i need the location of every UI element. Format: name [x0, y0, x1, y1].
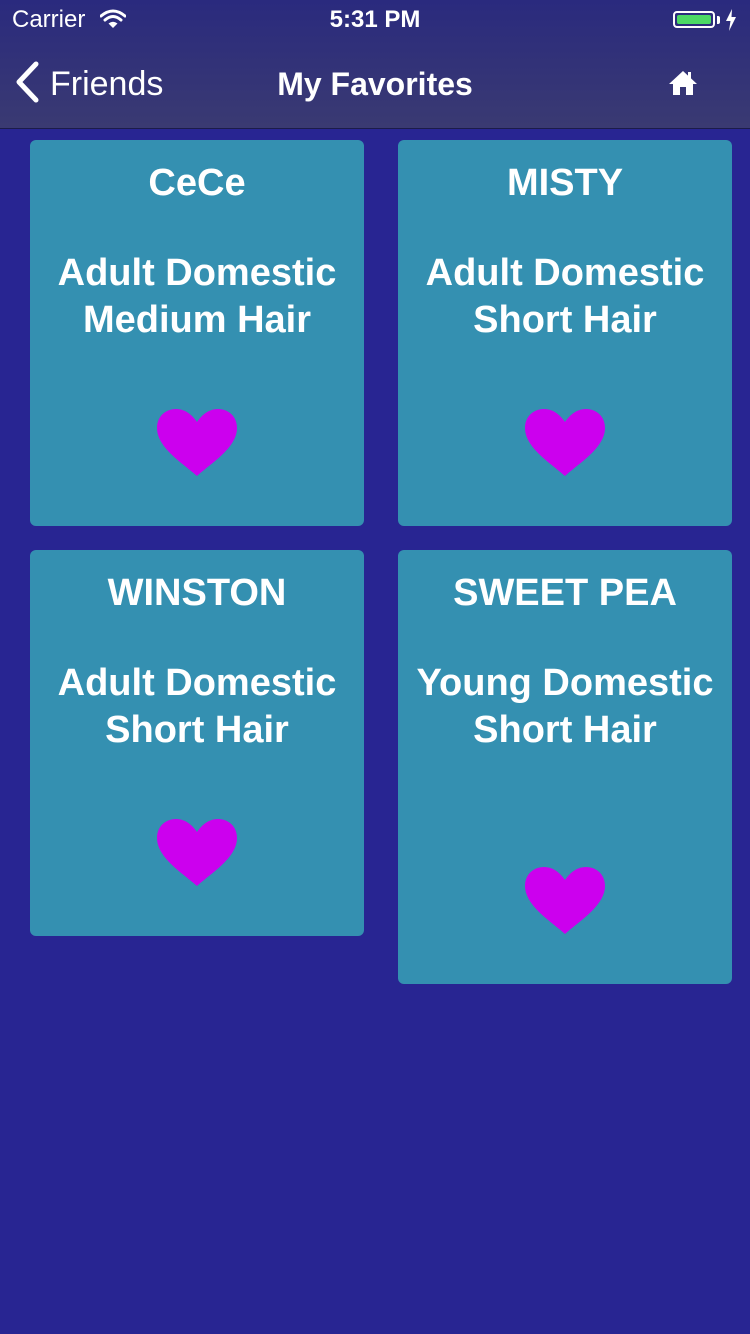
favorite-card-misty[interactable]: MISTY Adult Domestic Short Hair	[398, 140, 732, 526]
favorite-card-winston[interactable]: WINSTON Adult Domestic Short Hair	[30, 550, 364, 936]
battery-level-fill	[677, 15, 711, 24]
favorite-card-cece[interactable]: CeCe Adult Domestic Medium Hair	[30, 140, 364, 526]
heart-icon[interactable]	[524, 866, 606, 941]
pet-description: Adult Domestic Short Hair	[425, 252, 705, 341]
pet-name: WINSTON	[107, 572, 287, 614]
page-title: My Favorites	[277, 66, 473, 102]
pet-description: Adult Domestic Medium Hair	[57, 252, 337, 341]
heart-icon[interactable]	[524, 408, 606, 483]
battery-icon	[673, 11, 715, 28]
charging-bolt-icon	[726, 9, 736, 38]
battery-cap	[717, 16, 720, 24]
nav-header: Friends My Favorites	[0, 40, 750, 128]
pet-name: CeCe	[148, 162, 246, 204]
navigation-bar: Carrier 5:31 PM Friends My Favorites	[0, 0, 750, 129]
status-bar: Carrier 5:31 PM	[0, 0, 750, 40]
pet-name: SWEET PEA	[453, 572, 677, 614]
heart-icon[interactable]	[156, 818, 238, 893]
clock: 5:31 PM	[329, 6, 421, 33]
home-icon[interactable]	[668, 70, 698, 101]
pet-description: Young Domestic Short Hair	[416, 662, 714, 751]
heart-icon[interactable]	[156, 408, 238, 483]
favorite-card-sweet-pea[interactable]: SWEET PEA Young Domestic Short Hair	[398, 550, 732, 984]
pet-description: Adult Domestic Short Hair	[57, 662, 337, 751]
pet-name: MISTY	[506, 162, 624, 204]
